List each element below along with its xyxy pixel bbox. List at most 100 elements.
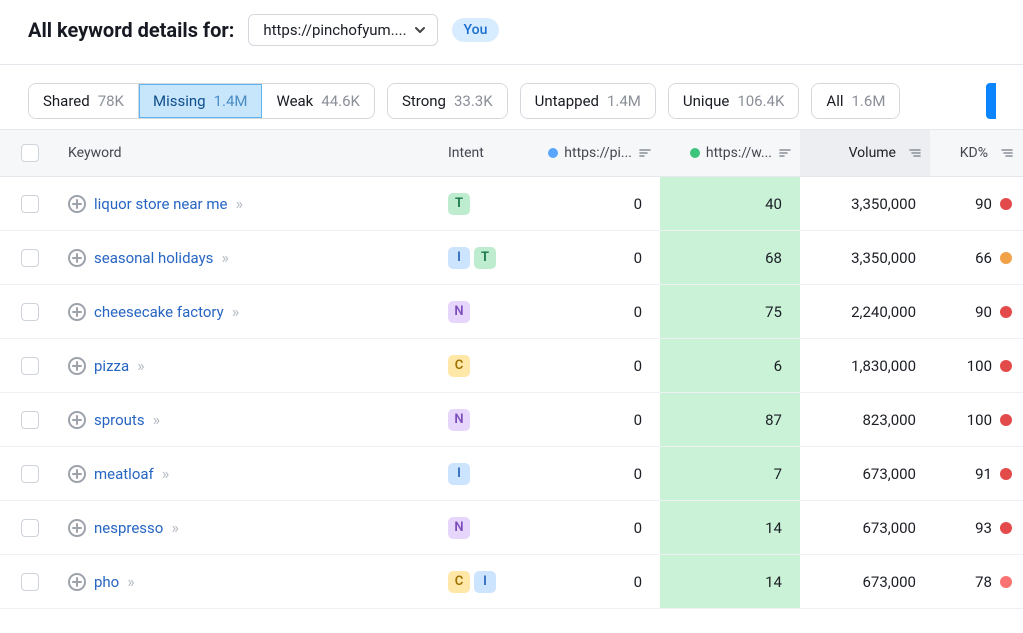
filter-label: Weak bbox=[276, 92, 313, 110]
volume-value: 673,000 bbox=[800, 519, 930, 537]
row-checkbox[interactable] bbox=[21, 411, 39, 429]
expand-icon[interactable] bbox=[68, 195, 86, 213]
filter-tab-unique[interactable]: Unique106.4K bbox=[669, 84, 799, 118]
dot-icon bbox=[548, 148, 558, 158]
intent-badge-n: N bbox=[448, 409, 470, 431]
volume-value: 3,350,000 bbox=[800, 249, 930, 267]
site1-value: 0 bbox=[520, 519, 660, 537]
chevron-right-icon: » bbox=[137, 356, 142, 375]
filter-tab-shared[interactable]: Shared78K bbox=[29, 84, 139, 118]
filter-count: 44.6K bbox=[321, 92, 360, 110]
filter-count: 1.4M bbox=[214, 92, 248, 110]
intent-badge-t: T bbox=[448, 193, 470, 215]
filter-tab-strong[interactable]: Strong33.3K bbox=[388, 84, 507, 118]
expand-icon[interactable] bbox=[68, 303, 86, 321]
row-checkbox[interactable] bbox=[21, 573, 39, 591]
filter-tab-weak[interactable]: Weak 44.6K bbox=[262, 84, 373, 118]
filter-group: Unique106.4K bbox=[668, 83, 800, 119]
expand-icon[interactable] bbox=[68, 357, 86, 375]
select-all-checkbox[interactable] bbox=[21, 144, 39, 162]
intent-badge-i: I bbox=[448, 463, 470, 485]
keyword-link[interactable]: nespresso bbox=[94, 519, 163, 537]
expand-icon[interactable] bbox=[68, 519, 86, 537]
row-checkbox[interactable] bbox=[21, 357, 39, 375]
kd-value: 90 bbox=[975, 303, 992, 321]
panel-header: All keyword details for: https://pinchof… bbox=[0, 0, 1023, 65]
filter-bar: Shared78KMissing1.4M Weak 44.6K Strong33.3K… bbox=[0, 65, 1023, 129]
kd-value: 100 bbox=[967, 411, 992, 429]
keyword-link[interactable]: sprouts bbox=[94, 411, 145, 429]
site2-value: 40 bbox=[660, 177, 800, 230]
filter-tab-untapped[interactable]: Untapped1.4M bbox=[521, 84, 655, 118]
site-selector-value: https://pinchofyum.... bbox=[263, 21, 406, 39]
intent-cell: I bbox=[440, 463, 520, 485]
keyword-cell: pho» bbox=[60, 572, 440, 591]
keyword-link[interactable]: liquor store near me bbox=[94, 195, 227, 213]
kd-cell: 90 bbox=[930, 303, 1022, 321]
kd-dot-icon bbox=[1000, 468, 1012, 480]
row-select-cell bbox=[0, 519, 60, 537]
col-intent[interactable]: Intent bbox=[440, 145, 520, 161]
table-row: sprouts»N087823,000100 bbox=[0, 393, 1023, 447]
keyword-cell: nespresso» bbox=[60, 518, 440, 537]
expand-icon[interactable] bbox=[68, 573, 86, 591]
col-kd[interactable]: KD% bbox=[930, 145, 1022, 161]
site1-value: 0 bbox=[520, 249, 660, 267]
chevron-right-icon: » bbox=[232, 302, 237, 321]
site2-value: 87 bbox=[660, 393, 800, 446]
page-title: All keyword details for: bbox=[28, 18, 234, 42]
site2-value: 14 bbox=[660, 501, 800, 554]
keyword-link[interactable]: pho bbox=[94, 573, 119, 591]
sort-icon bbox=[1000, 146, 1014, 160]
col-keyword[interactable]: Keyword bbox=[60, 145, 440, 161]
row-select-cell bbox=[0, 465, 60, 483]
expand-icon[interactable] bbox=[68, 465, 86, 483]
kd-cell: 90 bbox=[930, 195, 1022, 213]
filter-label: Strong bbox=[402, 92, 446, 110]
keyword-link[interactable]: pizza bbox=[94, 357, 129, 375]
row-checkbox[interactable] bbox=[21, 465, 39, 483]
col-volume-label: Volume bbox=[849, 145, 896, 161]
col-kd-label: KD% bbox=[960, 145, 988, 161]
filter-tab-missing[interactable]: Missing1.4M bbox=[139, 84, 263, 118]
intent-badge-t: T bbox=[474, 247, 496, 269]
volume-value: 2,240,000 bbox=[800, 303, 930, 321]
intent-badge-c: C bbox=[448, 355, 470, 377]
row-select-cell bbox=[0, 573, 60, 591]
row-checkbox[interactable] bbox=[21, 195, 39, 213]
sort-icon bbox=[638, 146, 652, 160]
keyword-cell: cheesecake factory » bbox=[60, 302, 440, 321]
site1-value: 0 bbox=[520, 195, 660, 213]
row-checkbox[interactable] bbox=[21, 249, 39, 267]
kd-cell: 66 bbox=[930, 249, 1022, 267]
col-site2[interactable]: https://w... bbox=[660, 145, 800, 161]
col-keyword-label: Keyword bbox=[68, 145, 122, 161]
intent-cell: IT bbox=[440, 247, 520, 269]
filter-label: Untapped bbox=[535, 92, 599, 110]
site1-value: 0 bbox=[520, 303, 660, 321]
filter-tab-all[interactable]: All1.6M bbox=[812, 84, 899, 118]
dot-icon bbox=[690, 148, 700, 158]
keyword-link[interactable]: cheesecake factory bbox=[94, 303, 224, 321]
export-button-edge[interactable] bbox=[986, 83, 996, 119]
intent-cell: N bbox=[440, 517, 520, 539]
sort-desc-icon bbox=[908, 146, 922, 160]
filter-group: Untapped1.4M bbox=[520, 83, 656, 119]
col-volume[interactable]: Volume bbox=[800, 130, 930, 176]
filter-group: Shared78KMissing1.4M Weak 44.6K bbox=[28, 83, 375, 119]
expand-icon[interactable] bbox=[68, 249, 86, 267]
row-checkbox[interactable] bbox=[21, 519, 39, 537]
row-select-cell bbox=[0, 303, 60, 321]
volume-value: 1,830,000 bbox=[800, 357, 930, 375]
keyword-cell: seasonal holidays» bbox=[60, 248, 440, 267]
keyword-link[interactable]: seasonal holidays bbox=[94, 249, 213, 267]
kd-value: 66 bbox=[975, 249, 992, 267]
chevron-down-icon bbox=[413, 23, 427, 37]
chevron-right-icon: » bbox=[235, 194, 240, 213]
site-selector[interactable]: https://pinchofyum.... bbox=[248, 14, 437, 46]
expand-icon[interactable] bbox=[68, 411, 86, 429]
site2-value: 68 bbox=[660, 231, 800, 284]
keyword-link[interactable]: meatloaf bbox=[94, 465, 154, 483]
col-site1[interactable]: https://pi... bbox=[520, 145, 660, 161]
row-checkbox[interactable] bbox=[21, 303, 39, 321]
